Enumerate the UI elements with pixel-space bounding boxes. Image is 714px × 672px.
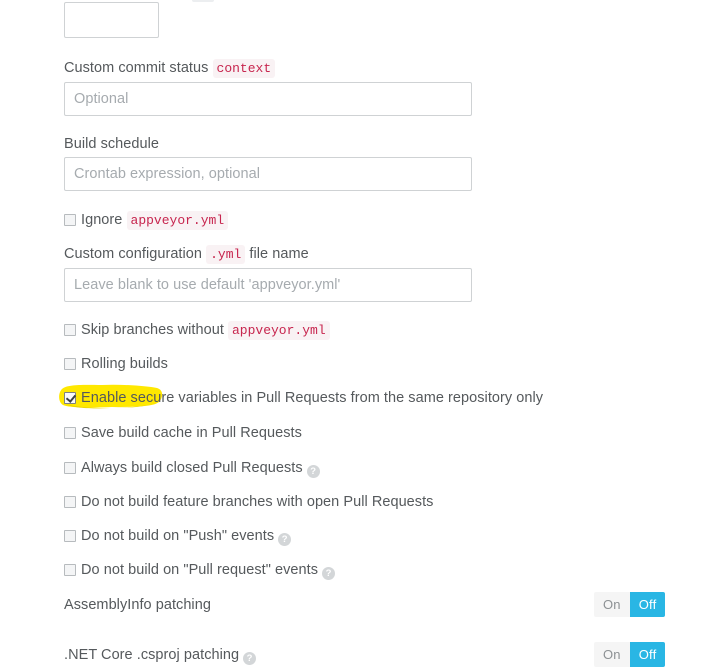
assemblyinfo-patching-off-option[interactable]: Off: [629, 592, 666, 617]
checkbox-row-always-build-closed-pull-requests[interactable]: Always build closed Pull Requests?: [64, 460, 320, 480]
custom-configuration-placeholder: Leave blank to use default 'appveyor.yml…: [74, 277, 341, 293]
checkbox-label-save-build-cache-in-pull-requests: Save build cache in Pull Requests: [81, 425, 302, 441]
custom-commit-status-placeholder: Optional: [74, 91, 129, 107]
help-icon-always-build-closed-pull-requests[interactable]: ?: [306, 465, 320, 478]
checkbox-label-do-not-build-on-pull-request-events: Do not build on "Pull request" events: [81, 562, 319, 578]
checkbox-row-enable-secure-variables-in-pull-requests[interactable]: Enable secure variables in Pull Requests…: [64, 390, 543, 410]
code-badge-appveyor-yml-ignore: appveyor.yml: [126, 211, 229, 230]
custom-commit-status-code-badge: context: [212, 59, 276, 78]
checkbox-do-not-build-on-pull-request-events[interactable]: [64, 564, 76, 576]
checkbox-row-save-build-cache-in-pull-requests[interactable]: Save build cache in Pull Requests: [64, 425, 302, 445]
custom-configuration-label-suffix: file name: [249, 246, 309, 262]
checkbox-enable-secure-variables-in-pull-requests[interactable]: [64, 392, 76, 404]
checkbox-row-do-not-build-feature-branches-with-open-pull-requests[interactable]: Do not build feature branches with open …: [64, 494, 433, 514]
checkbox-label-ignore-appveyor-yml: Ignore: [81, 212, 123, 228]
help-icon-dotnet-core-csproj-patching[interactable]: ?: [243, 652, 257, 665]
checkbox-label-rolling-builds: Rolling builds: [81, 356, 168, 372]
checkbox-rolling-builds[interactable]: [64, 358, 76, 370]
checkbox-label-skip-branches-without-appveyor-yml: Skip branches without: [81, 322, 224, 338]
custom-configuration-code-badge: .yml: [206, 245, 246, 264]
custom-configuration-label: Custom configuration .yml file name: [64, 245, 309, 264]
settings-form-page: Custom commit status context Optional Bu…: [0, 0, 714, 672]
truncated-text-input[interactable]: [64, 2, 159, 38]
assemblyinfo-patching-label-text: AssemblyInfo patching: [64, 597, 211, 613]
checkbox-label-do-not-build-feature-branches-with-open-pull-requests: Do not build feature branches with open …: [81, 494, 434, 510]
assemblyinfo-patching-on-option[interactable]: On: [594, 592, 630, 617]
checkbox-do-not-build-on-push-events[interactable]: [64, 530, 76, 542]
assemblyinfo-patching-label: AssemblyInfo patching: [64, 597, 211, 613]
truncated-label-above: [192, 0, 214, 2]
checkbox-row-ignore-appveyor-yml[interactable]: Ignore appveyor.yml: [64, 211, 229, 232]
dotnet-core-csproj-patching-label-text: .NET Core .csproj patching: [64, 647, 240, 663]
custom-configuration-input[interactable]: Leave blank to use default 'appveyor.yml…: [64, 268, 472, 302]
help-icon-do-not-build-on-pull-request-events[interactable]: ?: [322, 567, 336, 580]
checkbox-row-do-not-build-on-push-events[interactable]: Do not build on "Push" events?: [64, 528, 292, 548]
build-schedule-label: Build schedule: [64, 136, 159, 152]
checkbox-label-do-not-build-on-push-events: Do not build on "Push" events: [81, 528, 275, 544]
build-schedule-placeholder: Crontab expression, optional: [74, 166, 260, 182]
help-icon-do-not-build-on-push-events[interactable]: ?: [278, 533, 292, 546]
dotnet-core-csproj-patching-toggle[interactable]: On Off: [594, 642, 666, 667]
dotnet-core-csproj-patching-off-option[interactable]: Off: [629, 642, 666, 667]
code-badge-appveyor-yml-skip: appveyor.yml: [228, 321, 330, 340]
custom-configuration-label-prefix: Custom configuration: [64, 246, 203, 262]
custom-commit-status-label-text: Custom commit status: [64, 60, 209, 76]
assemblyinfo-patching-toggle[interactable]: On Off: [594, 592, 666, 617]
checkbox-row-skip-branches-without-appveyor-yml[interactable]: Skip branches without appveyor.yml: [64, 321, 330, 342]
dotnet-core-csproj-patching-label: .NET Core .csproj patching?: [64, 647, 257, 665]
custom-commit-status-label: Custom commit status context: [64, 59, 276, 78]
custom-commit-status-input[interactable]: Optional: [64, 82, 472, 116]
build-schedule-label-text: Build schedule: [64, 136, 160, 152]
build-schedule-input[interactable]: Crontab expression, optional: [64, 157, 472, 191]
checkbox-save-build-cache-in-pull-requests[interactable]: [64, 427, 76, 439]
checkbox-row-rolling-builds[interactable]: Rolling builds: [64, 356, 168, 376]
checkbox-label-always-build-closed-pull-requests: Always build closed Pull Requests: [81, 460, 303, 476]
checkbox-label-enable-secure-variables-in-pull-requests: Enable secure variables in Pull Requests…: [81, 390, 544, 406]
checkbox-do-not-build-feature-branches-with-open-pull-requests[interactable]: [64, 496, 76, 508]
dotnet-core-csproj-patching-on-option[interactable]: On: [594, 642, 630, 667]
checkbox-skip-branches-without-appveyor-yml[interactable]: [64, 324, 76, 336]
checkbox-ignore-appveyor-yml[interactable]: [64, 214, 76, 226]
checkbox-row-do-not-build-on-pull-request-events[interactable]: Do not build on "Pull request" events?: [64, 562, 336, 582]
checkbox-always-build-closed-pull-requests[interactable]: [64, 462, 76, 474]
